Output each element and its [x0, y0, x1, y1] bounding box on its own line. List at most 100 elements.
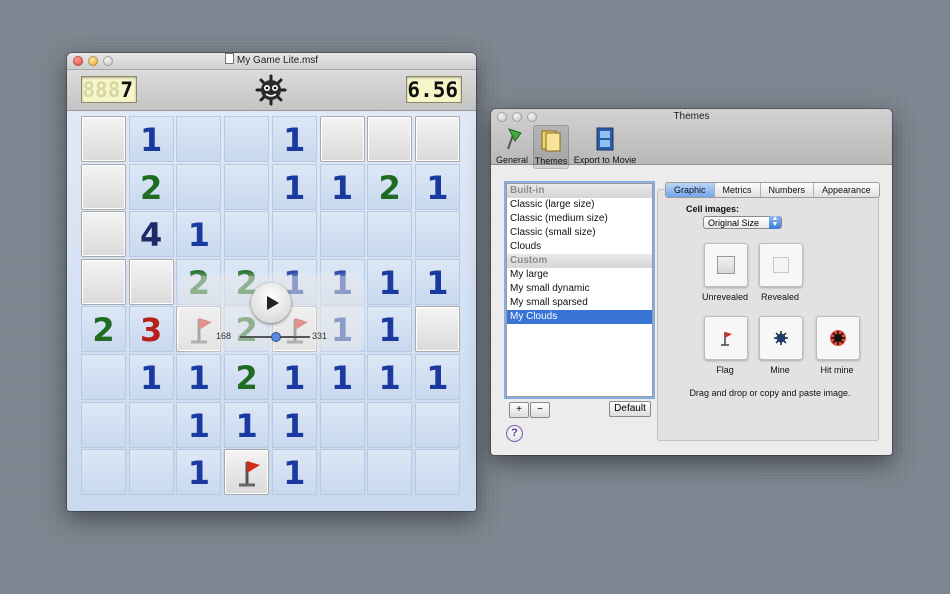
number-cell[interactable]: 2: [224, 354, 270, 400]
revealed-cell[interactable]: [81, 401, 126, 448]
number-cell[interactable]: 1: [271, 116, 317, 162]
number-cell[interactable]: 4: [128, 211, 174, 258]
revealed-cell[interactable]: [224, 163, 270, 210]
unrevealed-image-well[interactable]: [704, 243, 748, 287]
flagged-cell[interactable]: [224, 449, 270, 496]
number-cell[interactable]: 1: [271, 354, 317, 400]
number-cell[interactable]: 1: [367, 258, 413, 305]
unrevealed-cell[interactable]: [81, 116, 126, 162]
number-cell[interactable]: 2: [81, 306, 126, 353]
remove-theme-button[interactable]: −: [530, 402, 550, 418]
tab-numbers[interactable]: Numbers: [761, 183, 815, 197]
list-item[interactable]: My large: [507, 268, 652, 282]
number-cell[interactable]: 3: [128, 306, 174, 353]
revealed-label: Revealed: [760, 292, 800, 302]
flag-icon: [721, 332, 732, 346]
flag-image-well[interactable]: [704, 316, 748, 360]
revealed-cell[interactable]: [271, 211, 317, 258]
number-cell[interactable]: 1: [224, 401, 270, 448]
hit-mine-image-well[interactable]: [816, 316, 860, 360]
number-cell[interactable]: 1: [414, 258, 460, 305]
add-theme-button[interactable]: +: [509, 402, 529, 418]
list-item[interactable]: Classic (large size): [507, 198, 652, 212]
revealed-cell[interactable]: [224, 211, 270, 258]
unrevealed-cell[interactable]: [319, 116, 365, 162]
revealed-cell[interactable]: [224, 116, 270, 162]
toolbar-themes[interactable]: Themes: [533, 125, 569, 169]
window-title: My Game Lite.msf: [236, 55, 319, 66]
number-cell[interactable]: 1: [271, 449, 317, 496]
number-cell[interactable]: 1: [128, 116, 174, 162]
themes-titlebar: Themes: [491, 109, 892, 125]
unrevealed-cell[interactable]: [81, 211, 126, 258]
revealed-cell[interactable]: [367, 401, 413, 448]
tab-appearance[interactable]: Appearance: [814, 183, 879, 197]
list-item[interactable]: Clouds: [507, 240, 652, 254]
drag-drop-hint: Drag and drop or copy and paste image.: [689, 388, 851, 398]
revealed-cell[interactable]: [319, 401, 365, 448]
toolbar-general[interactable]: General: [496, 127, 528, 165]
number-cell[interactable]: 2: [128, 163, 174, 210]
revealed-cell[interactable]: [414, 449, 460, 496]
number-cell[interactable]: 1: [271, 401, 317, 448]
mine-icon: [774, 331, 788, 345]
theme-list[interactable]: Built-in Classic (large size) Classic (med…: [506, 183, 653, 397]
revealed-cell[interactable]: [367, 449, 413, 496]
revealed-cell[interactable]: [414, 401, 460, 448]
revealed-cell[interactable]: [128, 401, 174, 448]
unrevealed-cell[interactable]: [81, 163, 126, 210]
revealed-cell[interactable]: [176, 163, 222, 210]
minimize-button[interactable]: [88, 56, 98, 66]
number-cell[interactable]: 1: [128, 354, 174, 400]
revealed-cell[interactable]: [81, 354, 126, 400]
number-cell[interactable]: 1: [176, 401, 222, 448]
minimize-button[interactable]: [512, 112, 522, 122]
revealed-cell[interactable]: [128, 449, 174, 496]
mines-counter: 8887: [81, 76, 137, 103]
close-button[interactable]: [73, 56, 83, 66]
play-button[interactable]: [251, 283, 291, 323]
number-cell[interactable]: 1: [176, 449, 222, 496]
chevron-updown-icon: ▲ ▼: [769, 215, 781, 229]
number-cell[interactable]: 1: [367, 354, 413, 400]
number-cell[interactable]: 1: [319, 163, 365, 210]
number-cell[interactable]: 1: [176, 211, 222, 258]
list-item[interactable]: My Clouds: [507, 310, 652, 324]
number-cell[interactable]: 1: [414, 354, 460, 400]
close-button[interactable]: [497, 112, 507, 122]
themes-window: Themes General Themes Export to Movie Bu…: [491, 109, 892, 455]
revealed-cell[interactable]: [176, 116, 222, 162]
number-cell[interactable]: 1: [176, 354, 222, 400]
list-item[interactable]: My small dynamic: [507, 282, 652, 296]
revealed-image-well[interactable]: [759, 243, 803, 287]
list-item[interactable]: Classic (medium size): [507, 212, 652, 226]
replay-thumb[interactable]: [271, 332, 281, 342]
zoom-button[interactable]: [527, 112, 537, 122]
revealed-cell[interactable]: [319, 211, 365, 258]
tab-graphic[interactable]: Graphic: [666, 183, 715, 197]
unrevealed-cell[interactable]: [81, 258, 126, 305]
mine-face-icon[interactable]: [255, 74, 287, 106]
number-cell[interactable]: 1: [367, 306, 413, 353]
list-item[interactable]: My small sparsed: [507, 296, 652, 310]
unrevealed-cell[interactable]: [128, 258, 174, 305]
revealed-cell[interactable]: [414, 211, 460, 258]
toolbar-export-movie[interactable]: Export to Movie: [573, 127, 637, 165]
revealed-cell[interactable]: [319, 449, 365, 496]
number-cell[interactable]: 2: [367, 163, 413, 210]
tab-metrics[interactable]: Metrics: [715, 183, 761, 197]
number-cell[interactable]: 1: [319, 354, 365, 400]
mine-image-well[interactable]: [759, 316, 803, 360]
list-item[interactable]: Classic (small size): [507, 226, 652, 240]
default-button[interactable]: Default: [609, 401, 651, 417]
image-size-select[interactable]: Original Size ▲ ▼: [703, 215, 782, 229]
number-cell[interactable]: 1: [271, 163, 317, 210]
unrevealed-cell[interactable]: [414, 306, 460, 353]
unrevealed-cell[interactable]: [367, 116, 413, 162]
revealed-cell[interactable]: [367, 211, 413, 258]
zoom-button[interactable]: [103, 56, 113, 66]
unrevealed-cell[interactable]: [414, 116, 460, 162]
number-cell[interactable]: 1: [414, 163, 460, 210]
help-button[interactable]: ?: [506, 425, 523, 442]
revealed-cell[interactable]: [81, 449, 126, 496]
